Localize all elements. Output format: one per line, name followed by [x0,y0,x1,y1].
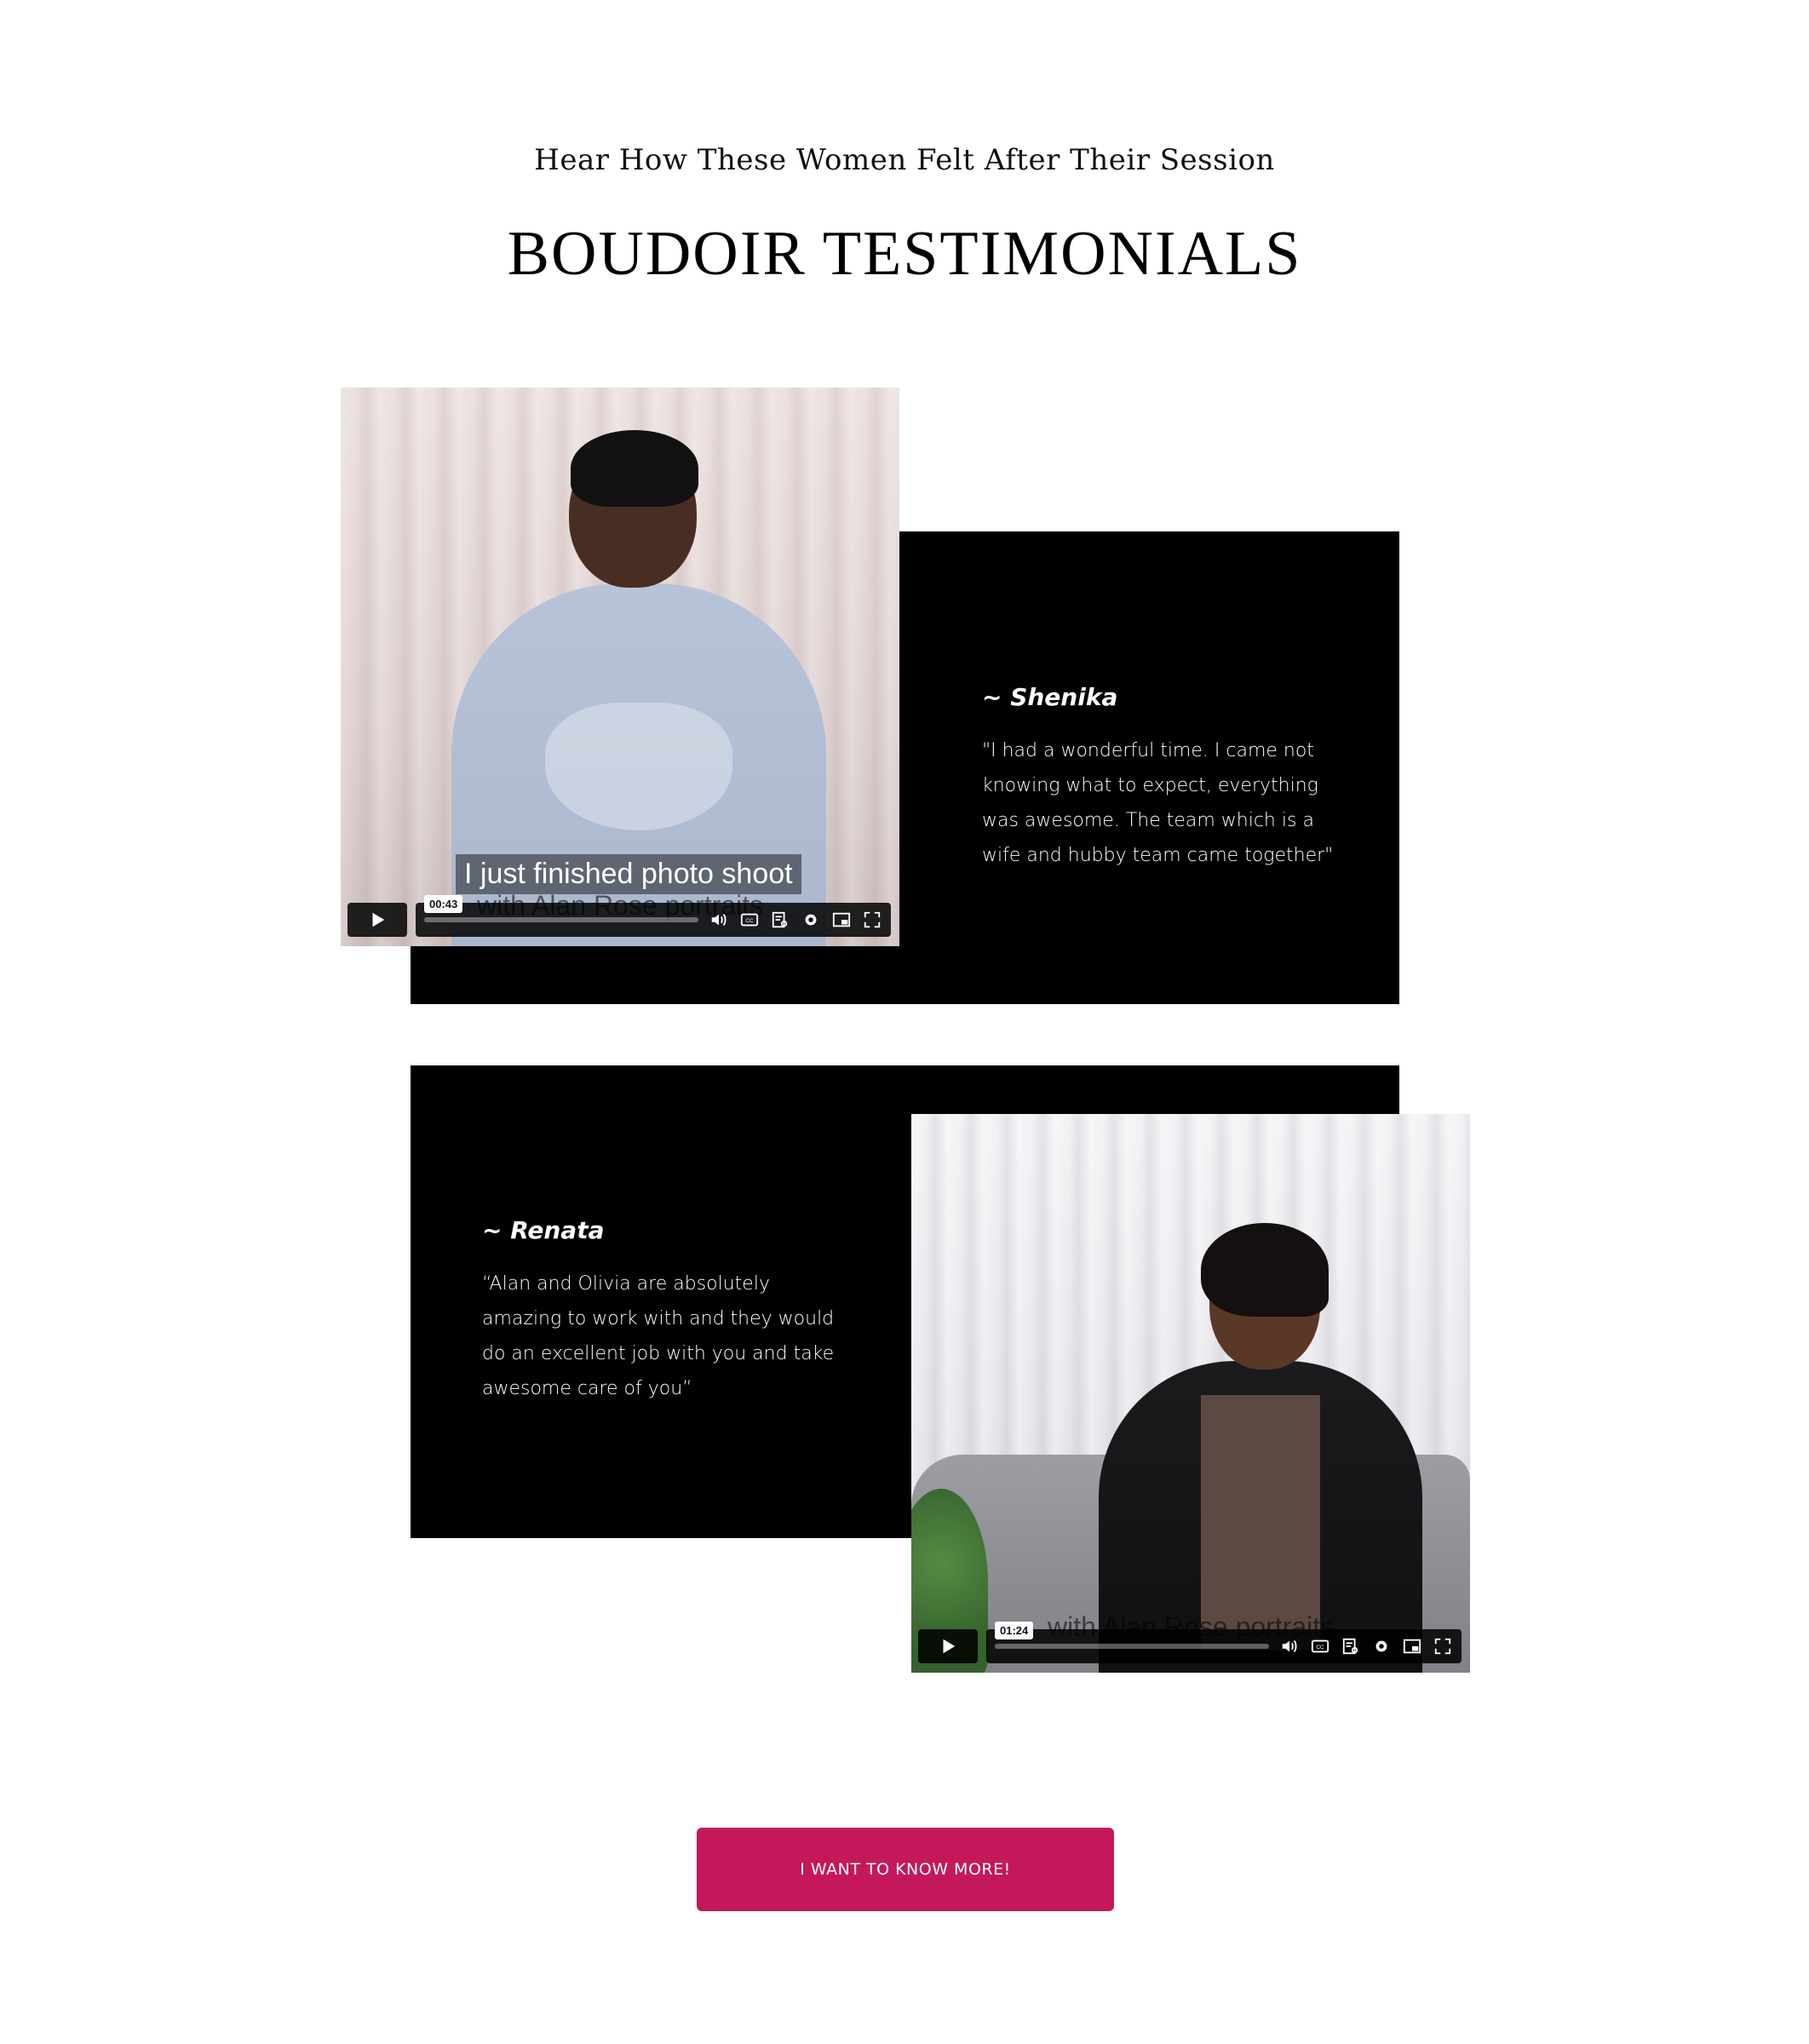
testimonial-shenika: ~ Shenika "I had a wonderful time. I cam… [982,683,1340,873]
play-icon [372,912,385,927]
time-badge: 00:43 [424,895,463,913]
person-hair [1201,1223,1329,1317]
shirt-emblem [545,703,732,830]
fullscreen-icon[interactable] [1433,1636,1453,1656]
page-subheading: Hear How These Women Felt After Their Se… [534,143,1275,177]
testimonial-name: ~ Shenika [982,683,1118,711]
settings-icon[interactable] [801,910,821,930]
svg-text:CC: CC [745,918,754,924]
transcript-icon[interactable] [770,910,790,930]
know-more-button[interactable]: I WANT TO KNOW MORE! [697,1828,1114,1911]
testimonial-quote: "I had a wonderful time. I came not know… [982,740,1334,866]
fullscreen-icon[interactable] [862,910,882,930]
video-player-renata[interactable]: with Alan Rose portraits 01:24 CC [911,1114,1470,1673]
video-controls: 00:43 CC [347,895,891,938]
volume-icon[interactable] [1279,1636,1300,1656]
progress-bar[interactable]: 00:43 [424,895,698,922]
play-button[interactable] [918,1629,978,1663]
video-player-shenika[interactable]: I just finished photo shoot with Alan Ro… [341,388,899,946]
time-badge: 01:24 [995,1622,1034,1639]
captions-icon[interactable]: CC [1310,1636,1330,1656]
play-button[interactable] [347,903,407,937]
testimonial-name: ~ Renata [482,1216,605,1244]
captions-icon[interactable]: CC [739,910,760,930]
picture-in-picture-icon[interactable] [1402,1636,1422,1656]
head-wrap [571,430,698,507]
testimonial-quote: “Alan and Olivia are absolutely amazing … [482,1273,835,1399]
progress-bar[interactable]: 01:24 [995,1622,1269,1649]
settings-icon[interactable] [1371,1636,1392,1656]
testimonial-renata: ~ Renata “Alan and Olivia are absolutely… [482,1216,840,1406]
control-bar: 00:43 CC [416,895,891,937]
video-controls: 01:24 CC [918,1622,1462,1664]
page-title: BOUDOIR TESTIMONIALS [507,219,1302,289]
transcript-icon[interactable] [1341,1636,1361,1656]
picture-in-picture-icon[interactable] [831,910,852,930]
svg-text:CC: CC [1316,1645,1324,1651]
play-icon [943,1639,956,1654]
video-subtitle: I just finished photo shoot [456,854,801,894]
volume-icon[interactable] [709,910,729,930]
control-bar: 01:24 CC [986,1622,1462,1663]
